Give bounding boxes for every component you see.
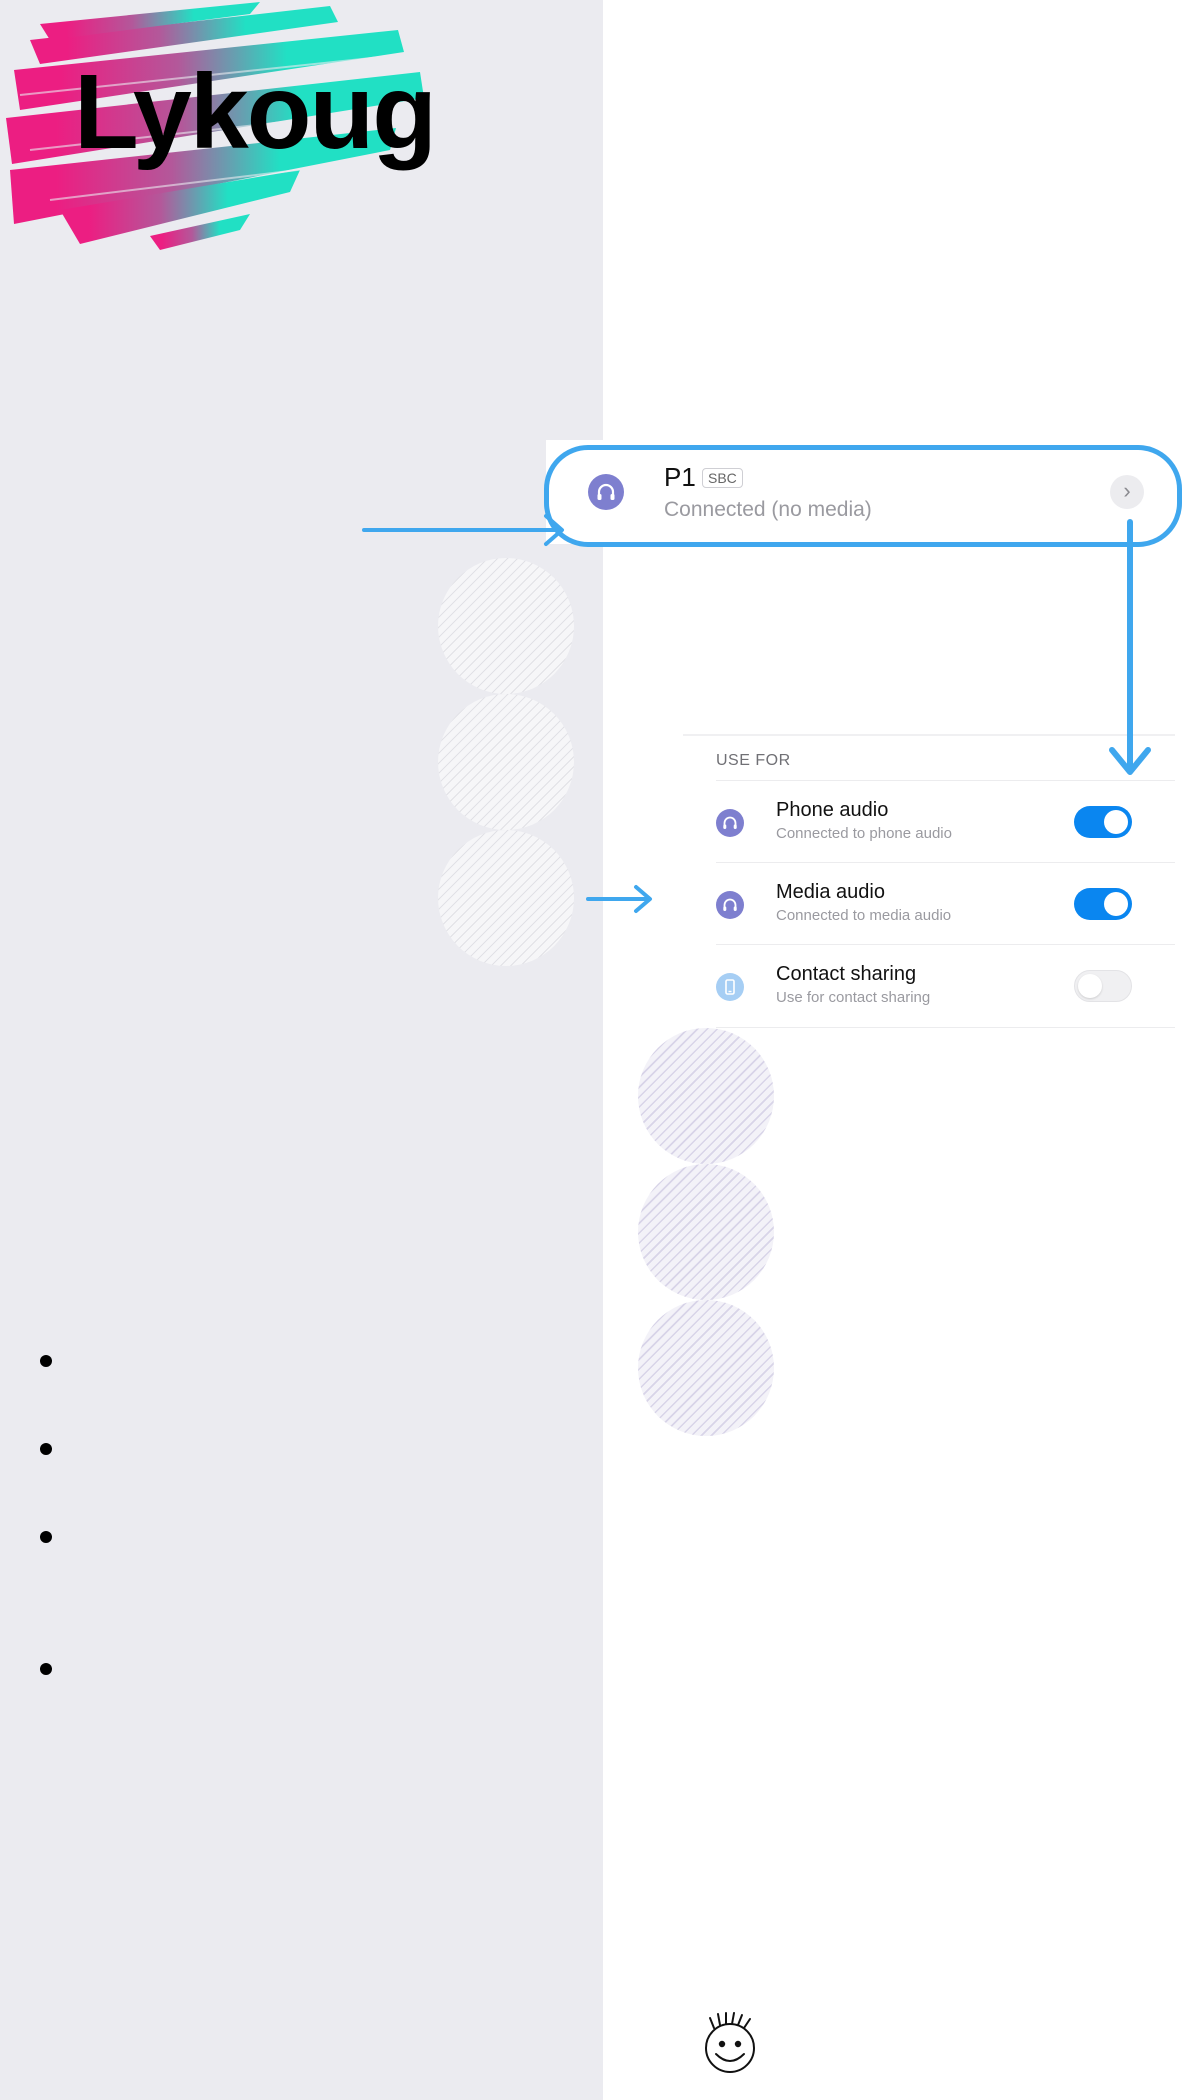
annotation-arrows bbox=[362, 514, 1151, 913]
smiley-face-icon bbox=[705, 2012, 755, 2073]
